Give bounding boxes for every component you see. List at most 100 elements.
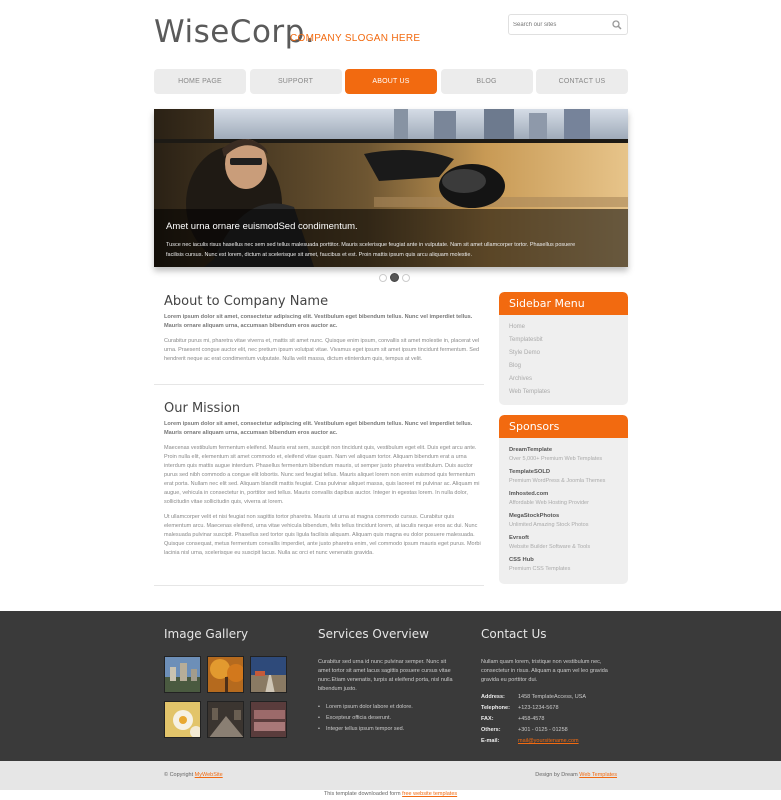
contact-key: Address:	[481, 694, 505, 700]
flower-photo	[165, 702, 200, 737]
contact-text: Nullam quam lorem, tristique non vestibu…	[481, 659, 608, 683]
nav-about-us[interactable]: ABOUT US	[345, 69, 437, 94]
banner-caption-text: Tusce nec iaculis risus hasellus nec sem…	[166, 242, 576, 258]
contact-row-fax: FAX: +458-4578	[481, 714, 621, 725]
download-text: This template downloaded form	[323, 791, 401, 797]
gallery-thumb[interactable]	[250, 656, 287, 693]
sidebar-menu-title: Sidebar Menu	[499, 292, 628, 315]
mission-section: Our Mission Lorem ipsum dolor sit amet, …	[164, 401, 482, 558]
services-title: Services Overview	[318, 627, 429, 641]
search-icon[interactable]	[612, 20, 622, 30]
gallery-thumb[interactable]	[207, 656, 244, 693]
banner-caption-title: Amet urna ornare euismodSed condimentum.	[166, 221, 358, 232]
search-input[interactable]	[510, 16, 608, 33]
contact-value: +123-1234-5678	[518, 705, 559, 711]
mission-text-1: Maecenas vestibulum fermentum eleifend. …	[164, 445, 480, 505]
contact-title: Contact Us	[481, 627, 547, 641]
copyright-text: © Copyright	[164, 772, 194, 778]
autumn-photo	[208, 657, 243, 692]
contact-row-email: E-mail: mail@yoursitename.com	[481, 736, 621, 747]
gallery-thumb[interactable]	[164, 656, 201, 693]
mission-text-2: Ut ullamcorper velit et nisi feugiat non…	[164, 514, 481, 556]
sponsor-item: CSS Hub Premium CSS Templates	[509, 556, 618, 574]
slider-dot-1[interactable]	[379, 274, 387, 282]
contact-key: E-mail:	[481, 738, 500, 744]
nav-support[interactable]: SUPPORT	[249, 69, 342, 94]
contact-row-others: Others: +301 - 0125 - 01258	[481, 725, 621, 736]
mission-title: Our Mission	[164, 401, 241, 416]
sponsor-desc: Website Builder Software & Tools	[509, 544, 591, 550]
about-section: About to Company Name Lorem ipsum dolor …	[164, 294, 482, 364]
sidebar-item-web-templates[interactable]: Web Templates	[509, 386, 618, 399]
contact-key: Telephone:	[481, 705, 510, 711]
slider-dot-3[interactable]	[402, 274, 410, 282]
services-list-item: Integer tellus ipsum tempor sed.	[318, 724, 458, 735]
sponsor-name[interactable]: CSS Hub	[509, 556, 618, 565]
sidebar-item-archives[interactable]: Archives	[509, 373, 618, 386]
section-divider	[154, 384, 484, 385]
about-text: Curabitur purus mi, pharetra vitae viver…	[164, 338, 480, 362]
sponsors-title: Sponsors	[499, 415, 628, 438]
gallery-thumb[interactable]	[250, 701, 287, 738]
sponsor-item: TemplateSOLD Premium WordPress & Joomla …	[509, 468, 618, 486]
email-link[interactable]: mail@yoursitename.com	[518, 736, 579, 747]
sponsor-name[interactable]: Imhosted.com	[509, 490, 618, 499]
site-footer: Image Gallery Services Overview Curabitu…	[0, 611, 781, 761]
hero-banner: Amet urna ornare euismodSed condimentum.…	[154, 109, 628, 267]
services-list-item: Lorem ipsum dolor labore et dolore.	[318, 702, 458, 713]
site-logo[interactable]: WiseCorp.	[154, 14, 315, 50]
banner-caption: Amet urna ornare euismodSed condimentum.…	[154, 209, 628, 267]
contact-value: +301 - 0125 - 01258	[518, 727, 568, 733]
contact-key: FAX:	[481, 716, 494, 722]
services-list-item: Excepteur officia deserunt.	[318, 713, 458, 724]
copyright-link[interactable]: MyWebSite	[195, 772, 223, 778]
main-nav: HOME PAGE SUPPORT ABOUT US BLOG CONTACT …	[154, 69, 628, 94]
sponsor-desc: Over 5,000+ Premium Web Templates	[509, 456, 603, 462]
gallery-thumb[interactable]	[164, 701, 201, 738]
sponsor-desc: Unlimited Amazing Stock Photos	[509, 522, 589, 528]
about-title: About to Company Name	[164, 294, 329, 309]
nav-contact-us[interactable]: CONTACT US	[536, 69, 628, 94]
sponsor-item: MegaStockPhotos Unlimited Amazing Stock …	[509, 512, 618, 530]
gallery-thumb[interactable]	[207, 701, 244, 738]
contact-row-telephone: Telephone: +123-1234-5678	[481, 703, 621, 714]
sidebar-item-templatesbit[interactable]: Templatesbit	[509, 334, 618, 347]
site-header: WiseCorp. COMPANY SLOGAN HERE	[154, 0, 628, 60]
sponsor-name[interactable]: TemplateSOLD	[509, 468, 618, 477]
nav-blog[interactable]: BLOG	[440, 69, 533, 94]
sponsor-item: DreamTemplate Over 5,000+ Premium Web Te…	[509, 446, 618, 464]
copyright: © Copyright MyWebSite	[164, 772, 223, 778]
footer-services: Services Overview Curabitur sed urna id …	[318, 627, 458, 735]
contact-value: +458-4578	[518, 716, 545, 722]
contact-row-address: Address: 1458 TemplateAccess, USA	[481, 692, 621, 703]
sponsor-name[interactable]: MegaStockPhotos	[509, 512, 618, 521]
section-divider	[154, 585, 484, 586]
sponsor-name[interactable]: DreamTemplate	[509, 446, 618, 455]
sidebar-item-style-demo[interactable]: Style Demo	[509, 347, 618, 360]
sidebar-item-home[interactable]: Home	[509, 321, 618, 334]
velvet-photo	[251, 702, 286, 737]
sponsor-name[interactable]: Evrsoft	[509, 534, 618, 543]
bottom-bar: © Copyright MyWebSite Design by Dream We…	[0, 761, 781, 790]
sponsor-desc: Premium WordPress & Joomla Themes	[509, 478, 606, 484]
design-credit: Design by Dream Web Templates	[535, 772, 617, 778]
sponsor-item: Imhosted.com Affordable Web Hosting Prov…	[509, 490, 618, 508]
mission-lead: Lorem ipsum dolor sit amet, consectetur …	[164, 421, 473, 436]
services-text: Curabitur sed urna id nunc pulvinar semp…	[318, 659, 453, 692]
sponsors-box: Sponsors DreamTemplate Over 5,000+ Premi…	[499, 415, 628, 584]
sponsor-desc: Affordable Web Hosting Provider	[509, 500, 589, 506]
footer-contact: Contact Us Nullam quam lorem, tristique …	[481, 627, 621, 747]
download-credit: This template downloaded form free websi…	[0, 791, 781, 797]
sidebar-item-blog[interactable]: Blog	[509, 360, 618, 373]
design-link[interactable]: Web Templates	[579, 772, 617, 778]
search-box	[508, 14, 628, 35]
slider-dot-2[interactable]	[390, 273, 399, 282]
design-text: Design by Dream	[535, 772, 578, 778]
sponsor-desc: Premium CSS Templates	[509, 566, 571, 572]
nav-home-page[interactable]: HOME PAGE	[154, 69, 246, 94]
city-photo	[165, 657, 200, 692]
street-photo	[208, 702, 243, 737]
company-slogan: COMPANY SLOGAN HERE	[290, 33, 421, 44]
slider-pagination	[377, 273, 413, 283]
download-link[interactable]: free website templates	[402, 791, 457, 797]
